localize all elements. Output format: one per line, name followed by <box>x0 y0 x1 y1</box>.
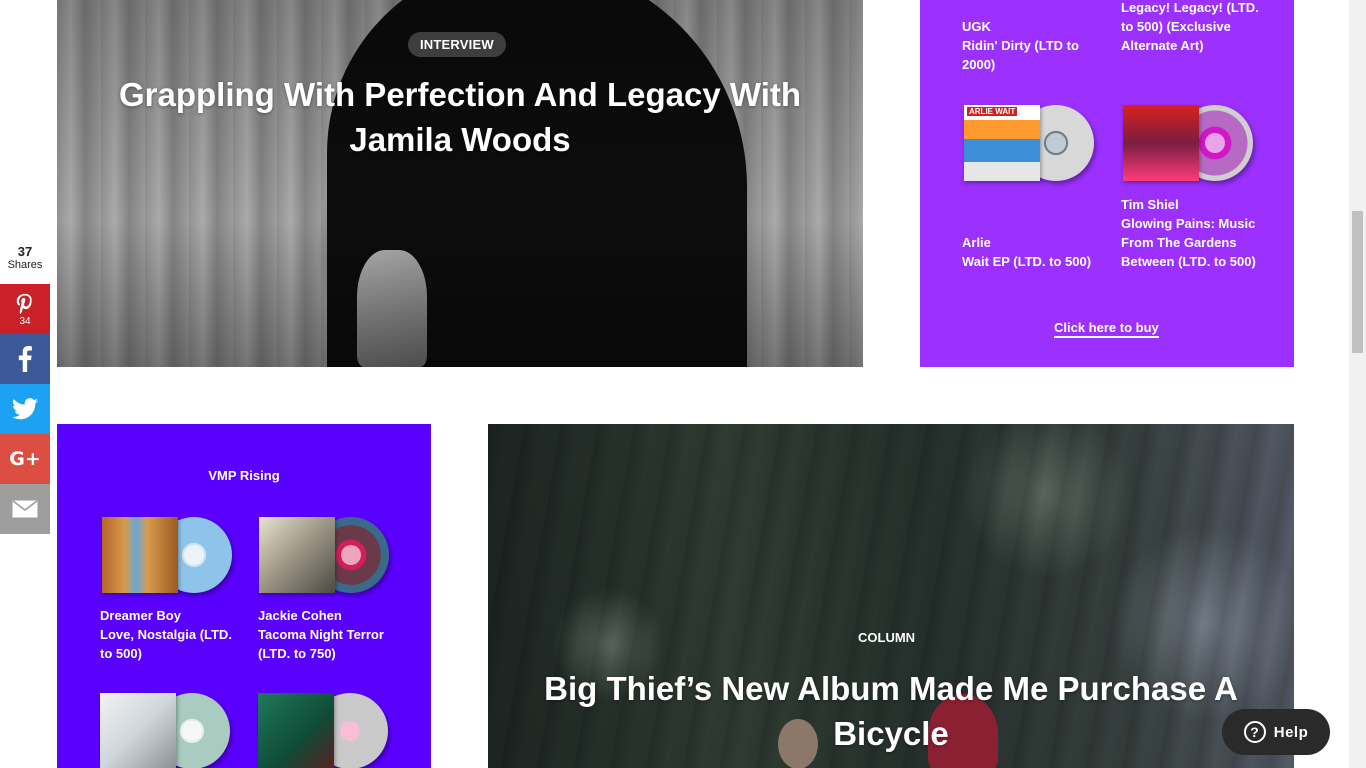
feature-title[interactable]: Grappling With Perfection And Legacy Wit… <box>97 72 823 162</box>
feature-card-column[interactable]: COLUMN Big Thief’s New Album Made Me Pur… <box>488 424 1294 768</box>
shop-item-title: Wait EP (LTD. to 500) <box>962 254 1092 269</box>
record-art-tim-shiel[interactable] <box>1123 105 1253 183</box>
facebook-icon <box>17 346 33 372</box>
feature-title[interactable]: Big Thief’s New Album Made Me Purchase A… <box>528 666 1254 756</box>
album-sleeve <box>258 693 334 768</box>
shop-item-ugk[interactable]: UGK Ridin' Dirty (LTD to 2000) <box>962 17 1102 74</box>
album-sleeve: ARLIE WAIT <box>964 105 1040 181</box>
question-circle-icon: ? <box>1243 721 1266 743</box>
vmp-rising-heading: VMP Rising <box>208 468 280 483</box>
shop-item-arlie[interactable]: Arlie Wait EP (LTD. to 500) <box>962 233 1102 271</box>
album-sleeve <box>100 693 176 768</box>
feature-tag[interactable]: COLUMN <box>858 630 915 645</box>
shop-item-title: Legacy! Legacy! (LTD. to 500) (Exclusive… <box>1121 0 1259 53</box>
record-art-rising-4[interactable] <box>258 693 388 768</box>
twitter-icon <box>12 398 38 420</box>
record-art-dreamer-boy[interactable] <box>102 517 232 595</box>
shop-item-title: Glowing Pains: Music From The Gardens Be… <box>1121 216 1256 269</box>
record-art-rising-3[interactable] <box>100 693 230 768</box>
google-plus-icon: G+ <box>9 448 41 470</box>
shop-item-tim-shiel[interactable]: Tim Shiel Glowing Pains: Music From The … <box>1121 195 1261 271</box>
pinterest-share-button[interactable]: 34 <box>0 284 50 334</box>
album-sleeve <box>259 517 335 593</box>
shop-item-artist: UGK <box>962 19 991 34</box>
rising-item-artist: Jackie Cohen <box>258 608 342 623</box>
rising-item-artist: Dreamer Boy <box>100 608 181 623</box>
shop-item-artist: Tim Shiel <box>1121 197 1179 212</box>
album-sleeve <box>1123 105 1199 181</box>
share-count: 37 Shares <box>0 244 50 271</box>
feature-tag[interactable]: INTERVIEW <box>408 32 506 57</box>
shop-item-artist: Arlie <box>962 235 991 250</box>
click-to-buy-link[interactable]: Click here to buy <box>1054 320 1159 338</box>
shop-records-panel: UGK Ridin' Dirty (LTD to 2000) Legacy! L… <box>920 0 1294 367</box>
share-count-label: Shares <box>7 259 43 271</box>
record-art-arlie[interactable]: ARLIE WAIT <box>964 105 1094 183</box>
page-scrollbar[interactable] <box>1349 0 1366 768</box>
sleeve-text: ARLIE WAIT <box>967 107 1018 116</box>
email-icon <box>12 500 38 518</box>
rising-item-dreamer-boy[interactable]: Dreamer Boy Love, Nostalgia (LTD. to 500… <box>100 606 240 663</box>
feature-card-interview[interactable]: INTERVIEW Grappling With Perfection And … <box>57 0 863 367</box>
facebook-share-button[interactable] <box>0 334 50 384</box>
help-label: Help <box>1273 723 1309 741</box>
vmp-rising-panel: VMP Rising Dreamer Boy Love, Nostalgia (… <box>57 424 431 768</box>
twitter-share-button[interactable] <box>0 384 50 434</box>
album-sleeve <box>102 517 178 593</box>
help-button[interactable]: ? Help <box>1222 709 1330 755</box>
shop-item-title: Ridin' Dirty (LTD to 2000) <box>962 38 1079 72</box>
email-share-button[interactable] <box>0 484 50 534</box>
scrollbar-thumb[interactable] <box>1352 211 1363 353</box>
rising-item-jackie-cohen[interactable]: Jackie Cohen Tacoma Night Terror (LTD. t… <box>258 606 398 663</box>
shop-item-legacy[interactable]: Legacy! Legacy! (LTD. to 500) (Exclusive… <box>1121 0 1261 55</box>
record-art-jackie-cohen[interactable] <box>259 517 389 595</box>
pinterest-icon <box>14 292 36 316</box>
google-plus-share-button[interactable]: G+ <box>0 434 50 484</box>
rising-item-title: Tacoma Night Terror (LTD. to 750) <box>258 627 384 661</box>
pinterest-share-count: 34 <box>19 315 31 327</box>
share-count-number: 37 <box>17 244 33 259</box>
rising-item-title: Love, Nostalgia (LTD. to 500) <box>100 627 232 661</box>
